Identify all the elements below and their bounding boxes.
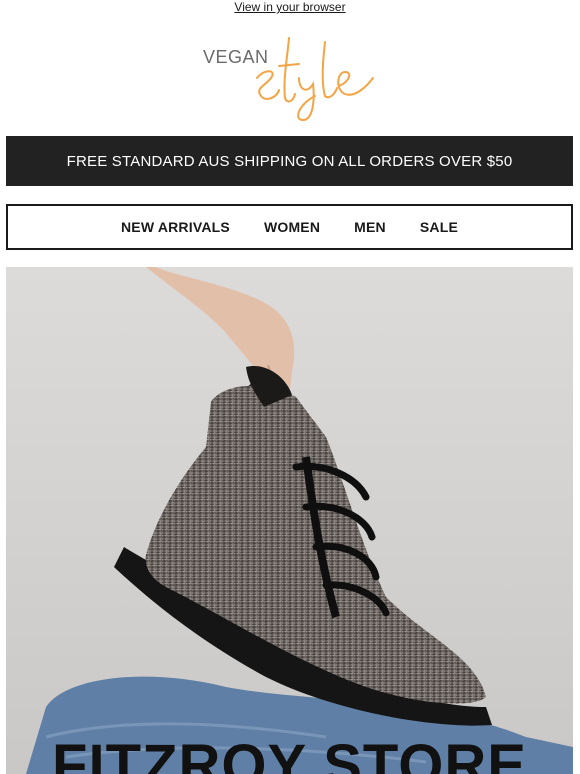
hero-boot-photo: [26, 267, 573, 774]
vegan-style-logo[interactable]: VEGAN: [195, 30, 385, 125]
view-in-browser-bar: View in your browser: [0, 0, 580, 16]
logo-script-style: [256, 37, 374, 122]
hero-banner[interactable]: FITZROY STORE: [6, 267, 573, 774]
nav-new-arrivals[interactable]: NEW ARRIVALS: [121, 219, 230, 235]
shipping-banner: FREE STANDARD AUS SHIPPING ON ALL ORDERS…: [6, 136, 573, 186]
hero-title: FITZROY STORE: [52, 733, 527, 774]
nav-women[interactable]: WOMEN: [264, 219, 320, 235]
nav-sale[interactable]: SALE: [420, 219, 458, 235]
nav-men[interactable]: MEN: [354, 219, 386, 235]
main-navigation: NEW ARRIVALS WOMEN MEN SALE: [6, 204, 573, 250]
shipping-banner-text: FREE STANDARD AUS SHIPPING ON ALL ORDERS…: [66, 152, 513, 170]
view-in-browser-link[interactable]: View in your browser: [234, 0, 345, 14]
